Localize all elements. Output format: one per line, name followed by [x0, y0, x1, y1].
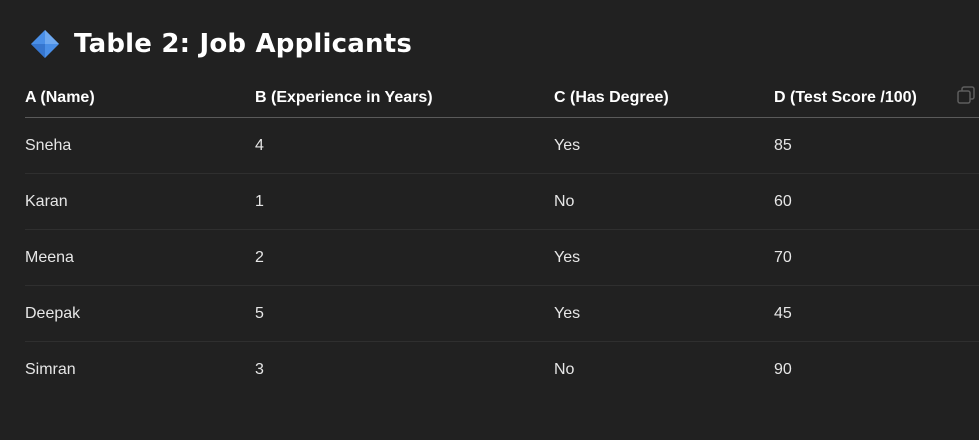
- cell-test-score: 70: [774, 229, 979, 286]
- applicants-table: A (Name) B (Experience in Years) C (Has …: [25, 79, 979, 397]
- header-has-degree: C (Has Degree): [554, 79, 774, 118]
- cell-test-score: 85: [774, 117, 979, 174]
- table-header-row: A (Name) B (Experience in Years) C (Has …: [25, 79, 979, 118]
- table-title: Table 2: Job Applicants: [74, 29, 413, 59]
- cell-experience: 5: [255, 285, 554, 342]
- table-row: Deepak 5 Yes 45: [25, 285, 979, 342]
- cell-test-score: 90: [774, 360, 792, 378]
- cell-experience: 3: [255, 360, 264, 378]
- cell-has-degree: Yes: [554, 285, 774, 342]
- header-test-score: D (Test Score /100): [774, 79, 979, 118]
- table-row: Karan 1 No 60: [25, 173, 979, 230]
- cell-test-score: 60: [774, 173, 979, 230]
- blue-diamond-icon: [30, 29, 60, 59]
- header-name: A (Name): [25, 79, 255, 118]
- cell-name: Simran: [25, 360, 76, 378]
- applicants-table-container: A (Name) B (Experience in Years) C (Has …: [25, 79, 979, 397]
- cell-has-degree: No: [554, 360, 575, 378]
- cell-experience: 2: [255, 229, 554, 286]
- cell-has-degree: Yes: [554, 229, 774, 286]
- table-row: Sneha 4 Yes 85: [25, 117, 979, 174]
- cell-has-degree: No: [554, 173, 774, 230]
- cell-name: Karan: [25, 173, 255, 230]
- cell-name: Deepak: [25, 285, 255, 342]
- table-row: Simran 3 No 90: [25, 342, 979, 398]
- cell-test-score: 45: [774, 285, 979, 342]
- table-row: Meena 2 Yes 70: [25, 229, 979, 286]
- cell-name: Meena: [25, 229, 255, 286]
- table-heading: Table 2: Job Applicants: [30, 27, 412, 61]
- cell-name: Sneha: [25, 117, 255, 174]
- header-experience: B (Experience in Years): [255, 79, 554, 118]
- cell-experience: 4: [255, 117, 554, 174]
- cell-experience: 1: [255, 173, 554, 230]
- cell-has-degree: Yes: [554, 117, 774, 174]
